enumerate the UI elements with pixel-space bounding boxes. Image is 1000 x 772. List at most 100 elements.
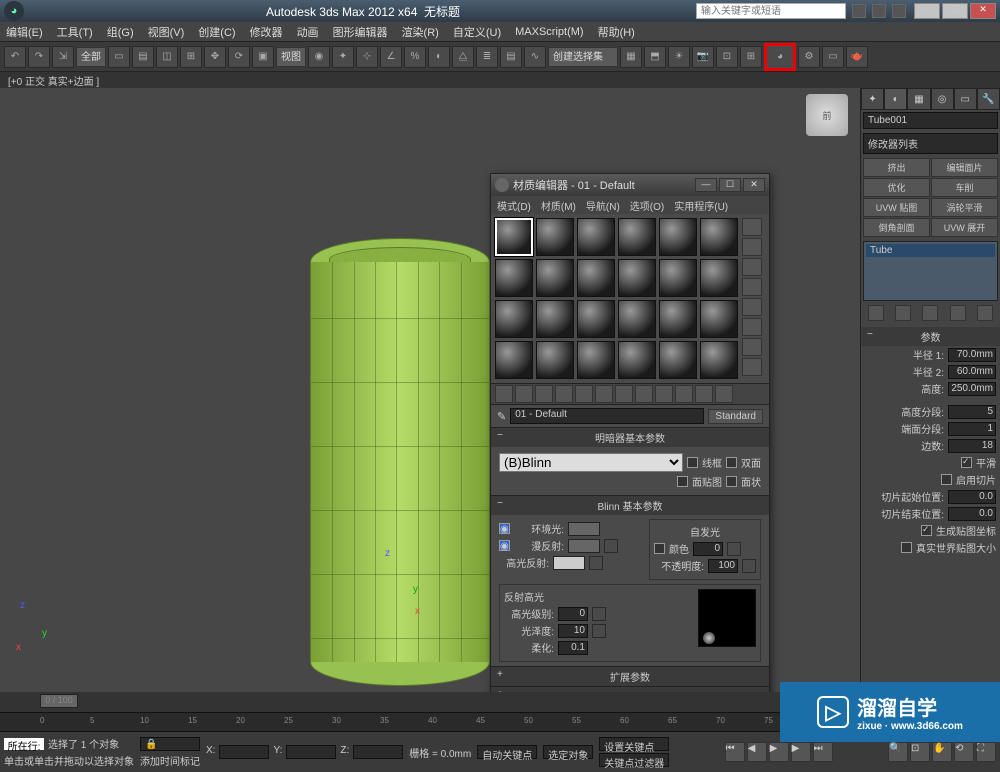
undo-button[interactable]: ↶ <box>4 46 26 68</box>
named-selection-dropdown[interactable]: 创建选择集 <box>548 47 618 67</box>
material-editor-titlebar[interactable]: 材质编辑器 - 01 - Default — ☐ ✕ <box>491 174 769 196</box>
material-editor-window[interactable]: 材质编辑器 - 01 - Default — ☐ ✕ 模式(D) 材质(M) 导… <box>490 173 770 747</box>
maximize-viewport-button[interactable]: ⛶ <box>976 742 996 762</box>
height-spinner[interactable]: 250.0mm <box>948 382 996 396</box>
goto-end-button[interactable]: ⏭ <box>813 742 833 762</box>
remove-mod-button[interactable] <box>950 305 966 321</box>
material-slot[interactable] <box>618 300 656 338</box>
viewcube[interactable]: 前 <box>806 94 848 136</box>
show-map-button[interactable] <box>655 385 673 403</box>
menu-create[interactable]: 创建(C) <box>198 24 235 40</box>
material-slot[interactable] <box>577 218 615 256</box>
menu-group[interactable]: 组(G) <box>107 24 134 40</box>
pivot-button[interactable]: ◉ <box>308 46 330 68</box>
extended-params-rollout[interactable]: 扩展参数 <box>491 667 769 686</box>
autokey-button[interactable]: 自动关键点 <box>477 745 537 759</box>
mod-btn-uvwmap[interactable]: UVW 贴图 <box>863 198 930 217</box>
video-check-button[interactable] <box>742 298 762 316</box>
put-to-scene-button[interactable] <box>515 385 533 403</box>
preview-button[interactable] <box>742 318 762 336</box>
add-time-tag[interactable]: 添加时间标记 <box>140 753 200 768</box>
favorites-icon[interactable] <box>872 4 886 18</box>
material-slot[interactable] <box>659 300 697 338</box>
mod-btn-lathe[interactable]: 车削 <box>931 178 998 197</box>
menu-modifiers[interactable]: 修改器 <box>250 24 283 40</box>
reset-map-button[interactable] <box>555 385 573 403</box>
material-type-button[interactable]: Standard <box>708 409 763 424</box>
material-slot[interactable] <box>536 300 574 338</box>
hierarchy-tab[interactable]: ▦ <box>907 88 930 110</box>
layer-button[interactable]: ▤ <box>500 46 522 68</box>
link-button[interactable]: ⇲ <box>52 46 74 68</box>
material-slot[interactable] <box>618 218 656 256</box>
material-slot[interactable] <box>495 300 533 338</box>
configure-sets-button[interactable] <box>977 305 993 321</box>
material-slot[interactable] <box>700 218 738 256</box>
slice-on-checkbox[interactable] <box>941 474 952 485</box>
material-slot[interactable] <box>577 300 615 338</box>
menu-render[interactable]: 渲染(R) <box>402 24 439 40</box>
material-slot[interactable] <box>659 341 697 379</box>
mat-menu-util[interactable]: 实用程序(U) <box>674 198 728 213</box>
selkey-dropdown[interactable]: 选定对象 <box>543 745 593 759</box>
sample-type-button[interactable] <box>742 218 762 236</box>
close-button[interactable]: ✕ <box>970 3 996 19</box>
play-button[interactable]: ▶ <box>769 742 789 762</box>
orbit-button[interactable]: ⟲ <box>954 742 974 762</box>
menu-tools[interactable]: 工具(T) <box>57 24 93 40</box>
mat-id-button[interactable] <box>635 385 653 403</box>
motion-tab[interactable]: ◎ <box>931 88 954 110</box>
pan-button[interactable]: ✋ <box>932 742 952 762</box>
ref-coord-dropdown[interactable]: 视图 <box>276 47 306 67</box>
help-search-input[interactable] <box>696 3 846 19</box>
normal-align-button[interactable]: ⬒ <box>644 46 666 68</box>
lock-diffuse-icon[interactable]: ◉ <box>499 540 510 551</box>
zoom-button[interactable]: 🔍 <box>888 742 908 762</box>
pin-stack-button[interactable] <box>868 305 884 321</box>
material-slot[interactable] <box>495 218 533 256</box>
rotate-button[interactable]: ⟳ <box>228 46 250 68</box>
gen-uv-checkbox[interactable] <box>921 525 932 536</box>
select-by-mat-button[interactable] <box>742 358 762 376</box>
mod-btn-editpatch[interactable]: 编辑面片 <box>931 158 998 177</box>
select-name-button[interactable]: ▤ <box>132 46 154 68</box>
mat-close-button[interactable]: ✕ <box>743 178 765 192</box>
material-slot[interactable] <box>577 259 615 297</box>
blinn-params-rollout[interactable]: Blinn 基本参数 <box>491 496 769 515</box>
smooth-checkbox[interactable] <box>961 457 972 468</box>
align-button[interactable]: ≣ <box>476 46 498 68</box>
redo-button[interactable]: ↷ <box>28 46 50 68</box>
spec-level-map-button[interactable] <box>592 607 606 621</box>
render-button[interactable]: 🫖 <box>846 46 868 68</box>
viewport-label[interactable]: [+0 正交 真实+边面 ] <box>0 72 1000 88</box>
radius2-spinner[interactable]: 60.0mm <box>948 365 996 379</box>
real-uv-checkbox[interactable] <box>901 542 912 553</box>
move-button[interactable]: ✥ <box>204 46 226 68</box>
ambient-swatch[interactable] <box>568 522 600 536</box>
spec-level-spinner[interactable]: 0 <box>558 607 588 621</box>
put-to-lib-button[interactable] <box>615 385 633 403</box>
specular-swatch[interactable] <box>553 556 585 570</box>
angle-snap-button[interactable]: ∠ <box>380 46 402 68</box>
modify-tab[interactable]: ◐ <box>884 88 907 110</box>
sides-spinner[interactable]: 18 <box>948 439 996 453</box>
material-slot[interactable] <box>618 259 656 297</box>
material-slot[interactable] <box>700 300 738 338</box>
help-icon[interactable] <box>892 4 906 18</box>
manipulate-button[interactable]: ✦ <box>332 46 354 68</box>
mat-minimize-button[interactable]: — <box>695 178 717 192</box>
prev-frame-button[interactable]: ◀ <box>747 742 767 762</box>
align-camera-button[interactable]: 📷 <box>692 46 714 68</box>
slice-from-spinner[interactable]: 0.0 <box>948 490 996 504</box>
mirror-button[interactable]: ⧋ <box>452 46 474 68</box>
mod-btn-bevelprofile[interactable]: 倒角剖面 <box>863 218 930 237</box>
shader-type-dropdown[interactable]: (B)Blinn <box>499 453 683 472</box>
shader-params-rollout[interactable]: 明暗器基本参数 <box>491 428 769 447</box>
material-slot[interactable] <box>700 341 738 379</box>
sample-uv-button[interactable] <box>742 278 762 296</box>
render-setup-button[interactable]: ⚙ <box>798 46 820 68</box>
show-result-button[interactable] <box>675 385 693 403</box>
selfillum-map-button[interactable] <box>727 542 741 556</box>
schematic-view-button[interactable]: ⊞ <box>740 46 762 68</box>
material-slot[interactable] <box>495 259 533 297</box>
